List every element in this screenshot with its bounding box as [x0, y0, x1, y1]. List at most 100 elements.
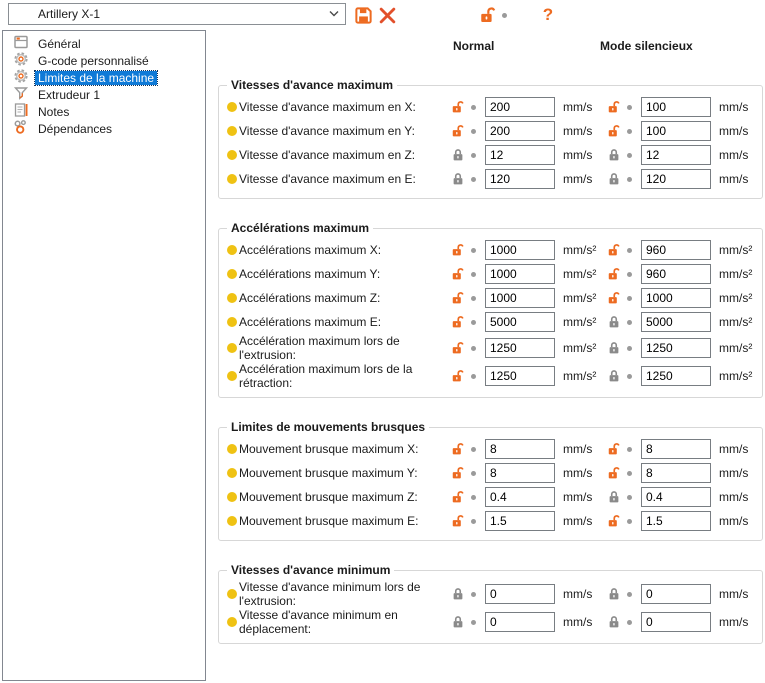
value-input-normal[interactable] [485, 338, 555, 358]
value-input-stealth[interactable] [641, 338, 711, 358]
lock-toggle-normal[interactable] [451, 172, 471, 186]
value-input-stealth[interactable] [641, 463, 711, 483]
value-input-stealth[interactable] [641, 612, 711, 632]
lock-open-icon [608, 101, 620, 113]
value-input-normal[interactable] [485, 169, 555, 189]
value-input-normal[interactable] [485, 121, 555, 141]
lock-toggle-stealth[interactable] [607, 172, 627, 186]
lock-toggle-normal[interactable] [451, 490, 471, 504]
lock-toggle-stealth[interactable] [607, 124, 627, 138]
sidebar-item-1[interactable]: G-code personnalisé [3, 52, 205, 69]
lock-closed-icon [453, 173, 463, 185]
value-input-normal[interactable] [485, 612, 555, 632]
lock-toggle-stealth[interactable] [607, 615, 627, 629]
setting-row: Mouvement brusque maximum X: mm/s mm/s [225, 437, 762, 461]
value-input-normal[interactable] [485, 463, 555, 483]
value-input-stealth[interactable] [641, 288, 711, 308]
lock-toggle-stealth[interactable] [607, 442, 627, 456]
lock-toggle-stealth[interactable] [607, 243, 627, 257]
lock-toggle-normal[interactable] [451, 243, 471, 257]
value-input-stealth[interactable] [641, 264, 711, 284]
lock-all-button[interactable] [478, 4, 508, 26]
revert-dot-stealth [627, 319, 641, 325]
unit-label-normal: mm/s [563, 514, 593, 528]
value-input-normal[interactable] [485, 439, 555, 459]
lock-open-icon [452, 268, 464, 280]
setting-label: Accélération maximum lors de la rétracti… [239, 362, 413, 390]
lock-toggle-normal[interactable] [451, 291, 471, 305]
revert-dot-normal [471, 271, 485, 277]
lock-toggle-stealth[interactable] [607, 100, 627, 114]
group-rows: Vitesse d'avance minimum lors de l'extru… [225, 580, 762, 636]
sidebar-item-4[interactable]: Notes [3, 103, 205, 120]
value-input-stealth[interactable] [641, 169, 711, 189]
save-preset-button[interactable] [352, 4, 374, 26]
bullet-icon [227, 102, 237, 112]
value-input-normal[interactable] [485, 264, 555, 284]
sidebar-item-label: Limites de la machine [33, 69, 159, 86]
lock-toggle-stealth[interactable] [607, 315, 627, 329]
bullet-icon [227, 245, 237, 255]
lock-toggle-stealth[interactable] [607, 291, 627, 305]
lock-toggle-stealth[interactable] [607, 148, 627, 162]
lock-toggle-normal[interactable] [451, 514, 471, 528]
value-input-stealth[interactable] [641, 240, 711, 260]
value-input-normal[interactable] [485, 312, 555, 332]
value-input-stealth[interactable] [641, 312, 711, 332]
value-input-normal[interactable] [485, 487, 555, 507]
setting-label: Vitesse d'avance maximum en X: [239, 100, 416, 114]
delete-preset-button[interactable] [376, 4, 398, 26]
preset-name: Artillery X-1 [38, 7, 101, 21]
lock-toggle-stealth[interactable] [607, 341, 627, 355]
revert-dot-stealth [627, 619, 641, 625]
value-input-normal[interactable] [485, 511, 555, 531]
value-input-stealth[interactable] [641, 145, 711, 165]
lock-toggle-normal[interactable] [451, 267, 471, 281]
lock-toggle-stealth[interactable] [607, 490, 627, 504]
lock-toggle-normal[interactable] [451, 148, 471, 162]
revert-dot-stealth [627, 271, 641, 277]
lock-open-icon [452, 244, 464, 256]
lock-toggle-normal[interactable] [451, 341, 471, 355]
lock-toggle-stealth[interactable] [607, 267, 627, 281]
value-input-normal[interactable] [485, 288, 555, 308]
value-input-normal[interactable] [485, 145, 555, 165]
value-input-normal[interactable] [485, 240, 555, 260]
value-input-stealth[interactable] [641, 97, 711, 117]
value-input-stealth[interactable] [641, 584, 711, 604]
lock-toggle-stealth[interactable] [607, 466, 627, 480]
value-input-stealth[interactable] [641, 439, 711, 459]
bullet-icon [227, 516, 237, 526]
lock-toggle-normal[interactable] [451, 100, 471, 114]
value-input-stealth[interactable] [641, 121, 711, 141]
lock-toggle-stealth[interactable] [607, 369, 627, 383]
setting-row: Vitesse d'avance maximum en Z: mm/s mm/s [225, 143, 762, 167]
value-input-normal[interactable] [485, 97, 555, 117]
lock-toggle-normal[interactable] [451, 124, 471, 138]
lock-toggle-stealth[interactable] [607, 514, 627, 528]
lock-toggle-normal[interactable] [451, 442, 471, 456]
lock-toggle-normal[interactable] [451, 466, 471, 480]
sidebar-item-0[interactable]: Général [3, 35, 205, 52]
value-input-normal[interactable] [485, 584, 555, 604]
sidebar-item-3[interactable]: Extrudeur 1 [3, 86, 205, 103]
setting-label: Mouvement brusque maximum Y: [239, 466, 418, 480]
lock-toggle-normal[interactable] [451, 315, 471, 329]
sidebar-item-5[interactable]: Dépendances [3, 120, 205, 137]
lock-toggle-normal[interactable] [451, 615, 471, 629]
revert-dot-stealth [627, 104, 641, 110]
unit-label-normal: mm/s² [563, 243, 597, 257]
sidebar-item-2[interactable]: Limites de la machine [3, 69, 205, 86]
lock-toggle-stealth[interactable] [607, 587, 627, 601]
value-input-stealth[interactable] [641, 366, 711, 386]
setting-label: Accélération maximum lors de l'extrusion… [239, 334, 400, 362]
lock-open-icon [452, 370, 464, 382]
help-button[interactable]: ? [538, 4, 558, 26]
lock-toggle-normal[interactable] [451, 369, 471, 383]
lock-open-icon [452, 316, 464, 328]
value-input-stealth[interactable] [641, 511, 711, 531]
value-input-stealth[interactable] [641, 487, 711, 507]
preset-combobox[interactable]: Artillery X-1 [8, 3, 346, 25]
value-input-normal[interactable] [485, 366, 555, 386]
lock-toggle-normal[interactable] [451, 587, 471, 601]
